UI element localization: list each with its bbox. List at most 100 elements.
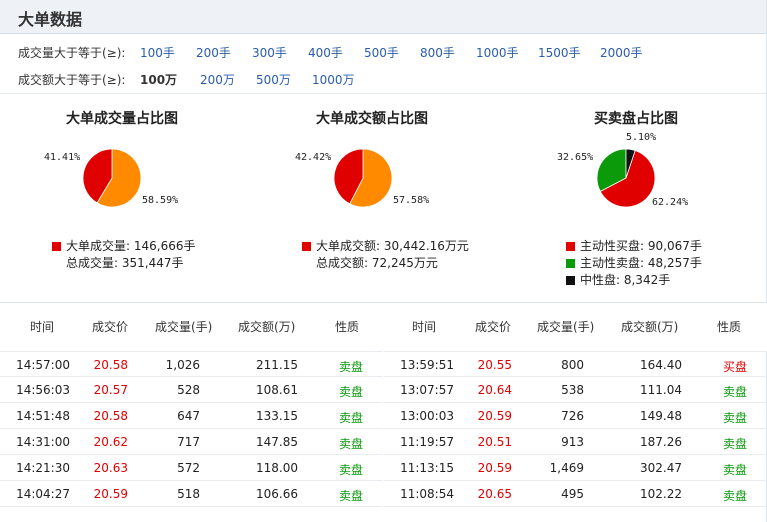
cell-volume: 518 [177, 487, 200, 501]
cell-volume: 1,026 [165, 358, 200, 372]
cell-volume: 647 [177, 409, 200, 423]
volume-option-1000[interactable]: 1000手 [476, 43, 519, 63]
amount-option-500[interactable]: 500万 [256, 70, 291, 90]
legend-text: 总成交量: 351,447手 [66, 256, 184, 270]
cell-price: 20.58 [93, 409, 128, 423]
legend-item: 主动性卖盘: 48,257手 [566, 255, 702, 272]
table-row: 14:56:03 20.57 528 108.61 卖盘 [0, 377, 383, 403]
table-row: 13:07:57 20.64 538 111.04 卖盘 [384, 377, 767, 403]
pie-label: 32.65% [557, 152, 594, 163]
amount-option-200[interactable]: 200万 [200, 70, 235, 90]
volume-option-1500[interactable]: 1500手 [538, 43, 581, 63]
cell-nature: 卖盘 [338, 411, 363, 425]
volume-option-500[interactable]: 500手 [364, 43, 399, 63]
cell-price: 20.58 [93, 358, 128, 372]
cell-amount: 211.15 [256, 358, 298, 372]
cell-time: 14:51:48 [16, 409, 70, 423]
buy-sell-legend: 主动性买盘: 90,067手 主动性卖盘: 48,257手 中性盘: 8,342… [566, 238, 702, 289]
cell-volume: 717 [177, 435, 200, 449]
amount-option-100[interactable]: 100万 [140, 70, 177, 90]
cell-volume: 913 [561, 435, 584, 449]
table-row: 11:13:15 20.59 1,469 302.47 卖盘 [384, 455, 767, 481]
cell-nature: 买盘 [722, 360, 747, 374]
table-row: 14:51:48 20.58 647 133.15 卖盘 [0, 403, 383, 429]
header-amount: 成交额(万) [621, 320, 679, 334]
legend-item: 大单成交额: 30,442.16万元 [302, 238, 469, 255]
volume-option-300[interactable]: 300手 [252, 43, 287, 63]
chart-title: 大单成交额占比图 [316, 111, 428, 127]
volume-pie [82, 148, 142, 208]
legend-swatch [52, 242, 61, 251]
divider [0, 93, 766, 94]
cell-price: 20.55 [477, 358, 512, 372]
legend-item: 总成交额: 72,245万元 [302, 255, 469, 272]
table-row: 14:21:30 20.63 572 118.00 卖盘 [0, 455, 383, 481]
header-nature: 性质 [335, 320, 360, 334]
cell-volume: 726 [561, 409, 584, 423]
cell-nature: 卖盘 [338, 437, 363, 451]
pie-label: 62.24% [652, 197, 689, 208]
cell-time: 14:31:00 [16, 435, 70, 449]
cell-price: 20.63 [93, 461, 128, 475]
cell-price: 20.64 [477, 383, 512, 397]
cell-time: 11:08:54 [400, 487, 454, 501]
buy-sell-pie [596, 148, 656, 208]
cell-time: 13:07:57 [400, 383, 454, 397]
cell-amount: 147.85 [256, 435, 298, 449]
cell-amount: 108.61 [256, 383, 298, 397]
cell-amount: 149.48 [640, 409, 682, 423]
big-order-panel: 大单数据 成交量大于等于(≥): 100手 200手 300手 400手 500… [0, 0, 767, 522]
cell-price: 20.51 [477, 435, 512, 449]
cell-nature: 卖盘 [722, 463, 747, 477]
volume-option-400[interactable]: 400手 [308, 43, 343, 63]
cell-volume: 1,469 [549, 461, 584, 475]
cell-nature: 卖盘 [338, 489, 363, 503]
pie-label: 57.58% [393, 195, 430, 206]
cell-time: 13:00:03 [400, 409, 454, 423]
cell-amount: 133.15 [256, 409, 298, 423]
volume-filter-label: 成交量大于等于(≥): [18, 46, 126, 60]
panel-title: 大单数据 [18, 10, 83, 29]
legend-swatch [566, 259, 575, 268]
amount-filter-row: 成交额大于等于(≥): 100万 200万 500万 1000万 [18, 70, 758, 90]
volume-option-800[interactable]: 800手 [420, 43, 455, 63]
amount-pie [333, 148, 393, 208]
table-row: 11:19:57 20.51 913 187.26 卖盘 [384, 429, 767, 455]
table-header: 时间 成交价 成交量(手) 成交额(万) 性质 [384, 303, 767, 351]
cell-time: 14:57:00 [16, 358, 70, 372]
header-price: 成交价 [475, 320, 512, 334]
table-row: 14:04:27 20.59 518 106.66 卖盘 [0, 481, 383, 507]
legend-item: 总成交量: 351,447手 [52, 255, 195, 272]
cell-price: 20.59 [477, 409, 512, 423]
cell-price: 20.62 [93, 435, 128, 449]
cell-nature: 卖盘 [722, 411, 747, 425]
cell-nature: 卖盘 [338, 463, 363, 477]
volume-legend: 大单成交量: 146,666手 总成交量: 351,447手 [52, 238, 195, 272]
cell-price: 20.59 [93, 487, 128, 501]
cell-time: 13:59:51 [400, 358, 454, 372]
amount-filter-label: 成交额大于等于(≥): [18, 73, 126, 87]
volume-option-200[interactable]: 200手 [196, 43, 231, 63]
legend-text: 总成交额: 72,245万元 [316, 256, 438, 270]
pie-label: 42.42% [295, 152, 332, 163]
header-time: 时间 [30, 320, 55, 334]
header-volume: 成交量(手) [537, 320, 595, 334]
cell-amount: 118.00 [256, 461, 298, 475]
cell-nature: 卖盘 [722, 385, 747, 399]
cell-nature: 卖盘 [722, 437, 747, 451]
cell-volume: 572 [177, 461, 200, 475]
legend-swatch [302, 242, 311, 251]
cell-volume: 495 [561, 487, 584, 501]
cell-nature: 卖盘 [722, 489, 747, 503]
volume-option-100[interactable]: 100手 [140, 43, 175, 63]
amount-option-1000[interactable]: 1000万 [312, 70, 355, 90]
header-volume: 成交量(手) [155, 320, 213, 334]
volume-option-2000[interactable]: 2000手 [600, 43, 643, 63]
pie-label: 5.10% [626, 132, 657, 143]
amount-legend: 大单成交额: 30,442.16万元 总成交额: 72,245万元 [302, 238, 469, 272]
table-row: 13:00:03 20.59 726 149.48 卖盘 [384, 403, 767, 429]
chart-title: 买卖盘占比图 [594, 111, 678, 127]
legend-text: 主动性卖盘: 48,257手 [580, 256, 702, 270]
legend-swatch [566, 242, 575, 251]
cell-volume: 528 [177, 383, 200, 397]
